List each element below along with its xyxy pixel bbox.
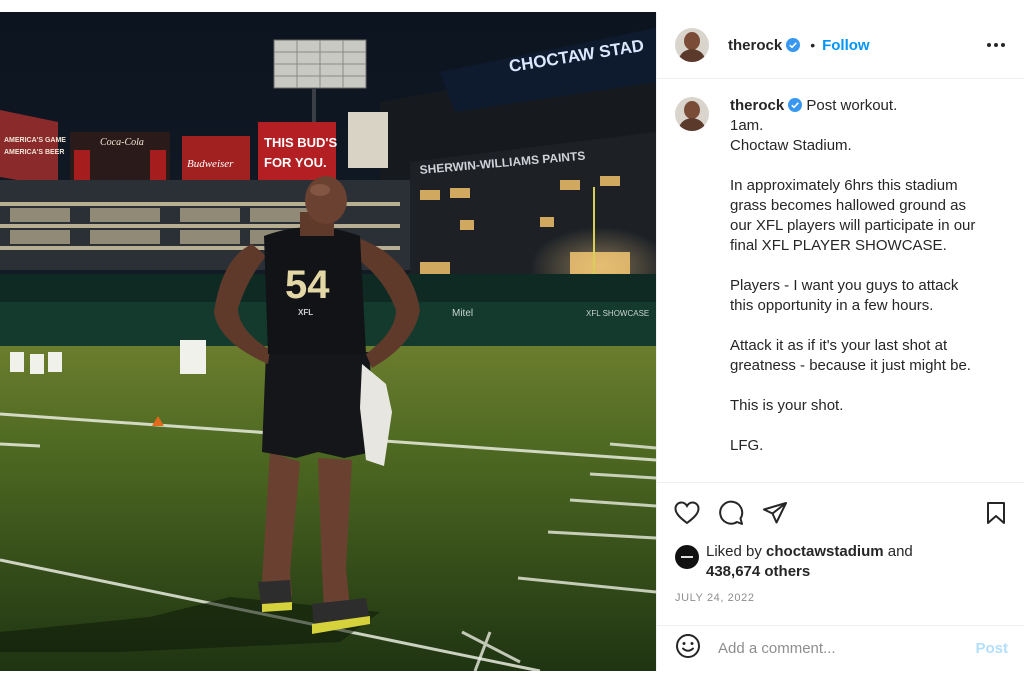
post-date: JULY 24, 2022: [675, 592, 755, 604]
caption-line: [730, 256, 1010, 276]
caption-line: This is your shot.: [730, 397, 844, 414]
jersey-number: 54: [285, 263, 330, 307]
avatar[interactable]: [675, 28, 709, 62]
banner-americas-2: AMERICA'S BEER: [4, 149, 64, 156]
caption-username[interactable]: therock: [730, 97, 784, 114]
caption-line: In approximately 6hrs this stadium: [730, 177, 958, 194]
heart-icon[interactable]: [673, 499, 701, 527]
caption-line: greatness - because it just might be.: [730, 357, 971, 374]
share-icon[interactable]: [761, 499, 789, 527]
caption-line: our XFL players will participate in our: [730, 217, 976, 234]
emoji-icon[interactable]: [675, 633, 701, 664]
banner-americas-1: AMERICA'S GAME: [4, 137, 66, 144]
likes-count[interactable]: 438,674 others: [706, 563, 810, 580]
banner-coke: Coca-Cola: [100, 137, 144, 148]
likes-prefix: Liked by: [706, 543, 762, 560]
caption-first-text: Post workout.: [806, 97, 898, 114]
header-separator: •: [810, 37, 816, 53]
likes-summary: Liked by choctawstadium and 438,674 othe…: [675, 542, 1010, 582]
caption-line: LFG.: [730, 437, 764, 454]
liker-username[interactable]: choctawstadium: [766, 543, 884, 560]
caption-line: [730, 156, 1010, 176]
post-header: therock • Follow: [657, 12, 1024, 79]
caption-line: [730, 316, 1010, 336]
caption-verified-badge-icon: [788, 98, 803, 112]
post-comment-button[interactable]: Post: [975, 640, 1008, 657]
caption-avatar[interactable]: [675, 97, 709, 131]
banner-slogan-2: FOR YOU.: [264, 155, 327, 170]
action-bar: [657, 482, 1024, 542]
caption-line: grass becomes hallowed ground as: [730, 197, 966, 214]
instagram-post-modal: CHOCTAW STAD AMERICA'S GAME AMERICA'S BE…: [0, 12, 1024, 671]
caption-first-line: therock Post workout.: [730, 96, 1010, 116]
comment-icon[interactable]: [717, 499, 745, 527]
caption-line: 1am.: [730, 117, 764, 134]
header-username[interactable]: therock: [728, 37, 782, 54]
caption-line: Choctaw Stadium.: [730, 137, 852, 154]
more-options-icon[interactable]: [984, 33, 1008, 57]
wall-sponsor-2: XFL SHOWCASE: [586, 309, 649, 318]
post-sidebar: therock • Follow therock Post workout. 1…: [656, 12, 1024, 671]
liker-avatar[interactable]: [675, 545, 699, 569]
jersey-logo: XFL: [298, 308, 313, 317]
caption-text: therock Post workout. 1am. Choctaw Stadi…: [730, 96, 1010, 456]
likes-text: Liked by choctawstadium and 438,674 othe…: [706, 542, 913, 582]
caption-line: Players - I want you guys to attack: [730, 277, 959, 294]
banner-slogan-1: THIS BUD'S: [264, 135, 337, 150]
verified-badge-icon: [786, 38, 801, 52]
caption-line: final XFL PLAYER SHOWCASE.: [730, 237, 947, 254]
caption-line: [730, 416, 1010, 436]
comment-bar: Post: [657, 625, 1024, 671]
bookmark-icon[interactable]: [982, 499, 1010, 527]
banner-budweiser: Budweiser: [187, 158, 234, 170]
caption-line: Attack it as if it's your last shot at: [730, 337, 948, 354]
caption-line: this opportunity in a few hours.: [730, 297, 934, 314]
wall-sponsor: Mitel: [452, 308, 473, 319]
post-photo[interactable]: CHOCTAW STAD AMERICA'S GAME AMERICA'S BE…: [0, 12, 656, 671]
caption-line: [730, 376, 1010, 396]
comment-input[interactable]: [718, 640, 976, 657]
follow-button[interactable]: Follow: [822, 37, 870, 54]
caption: therock Post workout. 1am. Choctaw Stadi…: [675, 96, 1010, 468]
likes-conjunction: and: [887, 543, 913, 560]
